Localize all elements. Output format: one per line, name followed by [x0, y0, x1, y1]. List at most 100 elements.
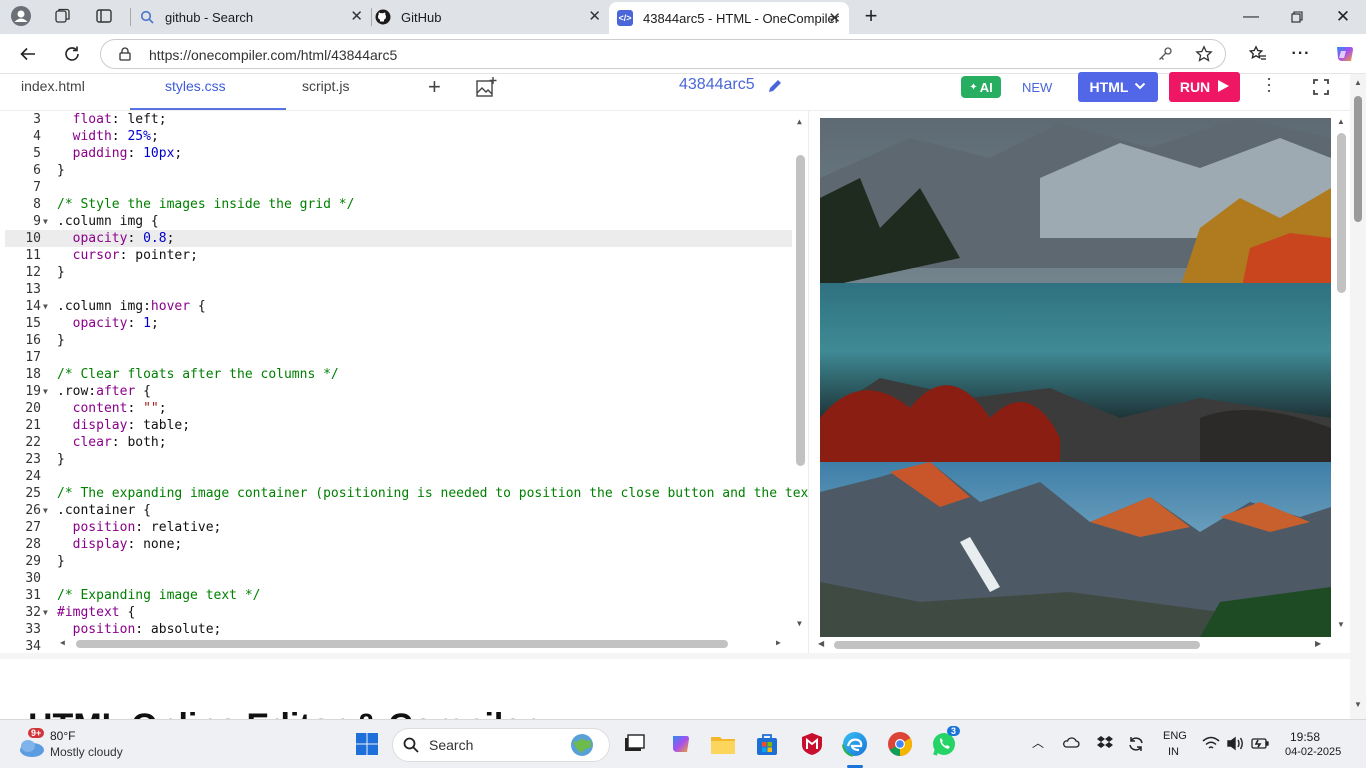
scroll-thumb[interactable] — [834, 641, 1200, 649]
language-indicator[interactable]: ENG — [1163, 730, 1187, 742]
code-line[interactable]: 4 width: 25%; — [5, 128, 792, 145]
upload-image-icon[interactable] — [475, 76, 497, 101]
mcafee-icon[interactable] — [798, 730, 826, 758]
code-line[interactable]: 14 ▼ .column img:hover { — [5, 298, 792, 315]
code-line[interactable]: 21 display: table; — [5, 417, 792, 434]
code-line[interactable]: 30 — [5, 570, 792, 587]
code-line[interactable]: 22 clear: both; — [5, 434, 792, 451]
scroll-thumb[interactable] — [1354, 96, 1362, 222]
fold-arrow-icon[interactable]: ▼ — [43, 502, 48, 519]
code-line[interactable]: 26 ▼ .container { — [5, 502, 792, 519]
code-line[interactable]: 13 — [5, 281, 792, 298]
scroll-up-arrow[interactable]: ▲ — [797, 117, 802, 126]
whatsapp-icon[interactable]: 3 — [930, 726, 961, 758]
chrome-icon[interactable] — [886, 730, 914, 758]
battery-icon[interactable] — [1250, 736, 1270, 754]
scroll-down-arrow[interactable]: ▼ — [1337, 620, 1345, 629]
page-scrollbar[interactable]: ▲ ▼ — [1350, 74, 1366, 719]
more-menu-icon[interactable]: ··· — [1286, 40, 1316, 68]
close-icon[interactable]: ✕ — [350, 9, 363, 24]
code-line[interactable]: 25 /* The expanding image container (posi… — [5, 485, 808, 502]
kebab-menu-icon[interactable]: ··· — [1260, 76, 1280, 94]
code-line[interactable]: 31 /* Expanding image text */ — [5, 587, 792, 604]
output-preview[interactable]: ▲ ▼ ◀ ▶ — [812, 111, 1350, 653]
password-key-icon[interactable] — [1157, 46, 1173, 65]
wifi-icon[interactable] — [1202, 736, 1220, 754]
close-icon[interactable]: ✕ — [828, 11, 841, 26]
scroll-right-arrow[interactable]: ▶ — [776, 638, 781, 647]
scroll-down-arrow[interactable]: ▼ — [797, 619, 802, 628]
editor-horizontal-scrollbar[interactable]: ◀ ▶ — [60, 637, 788, 651]
new-button[interactable]: NEW — [1022, 80, 1052, 95]
copilot-icon[interactable] — [1329, 40, 1359, 68]
code-line[interactable]: 11 cursor: pointer; — [5, 247, 792, 264]
scroll-left-arrow[interactable]: ◀ — [818, 639, 824, 648]
new-tab-button[interactable]: + — [856, 2, 886, 30]
code-line[interactable]: 32 ▼ #imgtext { — [5, 604, 792, 621]
code-line[interactable]: 12} — [5, 264, 792, 281]
code-line[interactable]: 15 opacity: 1; — [5, 315, 792, 332]
code-line[interactable]: 27 position: relative; — [5, 519, 792, 536]
code-line[interactable]: 29} — [5, 553, 792, 570]
clock-time[interactable]: 19:58 — [1290, 730, 1320, 744]
ai-button[interactable]: ✦ AI — [961, 76, 1001, 98]
lake-mountain-image[interactable] — [820, 118, 1331, 462]
workspaces-icon[interactable] — [48, 2, 78, 30]
code-line[interactable]: 23} — [5, 451, 792, 468]
fold-arrow-icon[interactable]: ▼ — [43, 604, 48, 621]
mountain-range-image[interactable] — [820, 462, 1331, 637]
copilot-taskbar-icon[interactable] — [666, 730, 694, 758]
scroll-up-arrow[interactable]: ▲ — [1337, 117, 1345, 126]
file-tab-script-js[interactable]: script.js — [302, 78, 349, 94]
back-button[interactable] — [13, 40, 43, 68]
code-line[interactable]: 7 — [5, 179, 792, 196]
editor-vertical-scrollbar[interactable]: ▲ ▼ — [795, 111, 808, 638]
fullscreen-icon[interactable] — [1313, 79, 1329, 98]
code-line[interactable]: 28 display: none; — [5, 536, 792, 553]
code-line[interactable]: 9 ▼ .column img { — [5, 213, 792, 230]
code-line[interactable]: 33 position: absolute; — [5, 621, 792, 638]
tab-actions-icon[interactable] — [89, 2, 119, 30]
restore-button[interactable] — [1274, 0, 1320, 34]
code-line[interactable]: 20 content: ""; — [5, 400, 792, 417]
taskbar-search[interactable]: Search — [392, 728, 610, 762]
tab-github[interactable]: GitHub ✕ — [367, 0, 609, 34]
code-line[interactable]: 3 float: left; — [5, 111, 792, 128]
tab-github-search[interactable]: github - Search ✕ — [131, 0, 371, 34]
profile-icon[interactable] — [6, 2, 36, 30]
scroll-down-arrow[interactable]: ▼ — [1354, 700, 1362, 709]
volume-icon[interactable] — [1226, 736, 1244, 754]
add-file-button[interactable]: + — [428, 76, 441, 98]
clock-date[interactable]: 04-02-2025 — [1285, 746, 1341, 758]
scroll-left-arrow[interactable]: ◀ — [60, 638, 65, 647]
code-line[interactable]: 18 /* Clear floats after the columns */ — [5, 366, 792, 383]
address-bar[interactable]: https://onecompiler.com/html/43844arc5 — [100, 39, 1226, 69]
code-line[interactable]: 19 ▼ .row:after { — [5, 383, 792, 400]
fold-arrow-icon[interactable]: ▼ — [43, 383, 48, 400]
weather-widget[interactable]: 9+ — [14, 728, 48, 758]
close-window-button[interactable]: ✕ — [1320, 0, 1366, 34]
code-line[interactable]: 8 /* Style the images inside the grid */ — [5, 196, 792, 213]
code-line[interactable]: 16} — [5, 332, 792, 349]
edit-pencil-icon[interactable] — [767, 78, 783, 97]
language-dropdown[interactable]: HTML — [1078, 72, 1158, 102]
file-tab-styles-css[interactable]: styles.css — [165, 78, 226, 94]
site-info-icon[interactable] — [117, 46, 133, 65]
scroll-thumb[interactable] — [1337, 133, 1346, 293]
run-button[interactable]: RUN — [1169, 72, 1240, 102]
refresh-button[interactable] — [57, 40, 87, 68]
code-line[interactable]: 10 opacity: 0.8; — [5, 230, 792, 247]
scroll-thumb[interactable] — [796, 155, 805, 466]
fold-arrow-icon[interactable]: ▼ — [43, 213, 48, 230]
file-explorer-icon[interactable] — [709, 730, 737, 758]
tab-onecompiler[interactable]: </> 43844arc5 - HTML - OneCompiler ✕ — [609, 2, 849, 34]
favorite-star-icon[interactable] — [1195, 45, 1213, 66]
sync-icon[interactable] — [1127, 735, 1145, 756]
onedrive-sync-icon[interactable] — [1062, 735, 1080, 754]
project-name[interactable]: 43844arc5 — [679, 76, 755, 94]
start-icon[interactable] — [353, 730, 381, 758]
preview-vertical-scrollbar[interactable]: ▲ ▼ — [1335, 111, 1349, 637]
fold-arrow-icon[interactable]: ▼ — [43, 298, 48, 315]
scroll-right-arrow[interactable]: ▶ — [1315, 639, 1321, 648]
minimize-button[interactable]: — — [1228, 0, 1274, 34]
